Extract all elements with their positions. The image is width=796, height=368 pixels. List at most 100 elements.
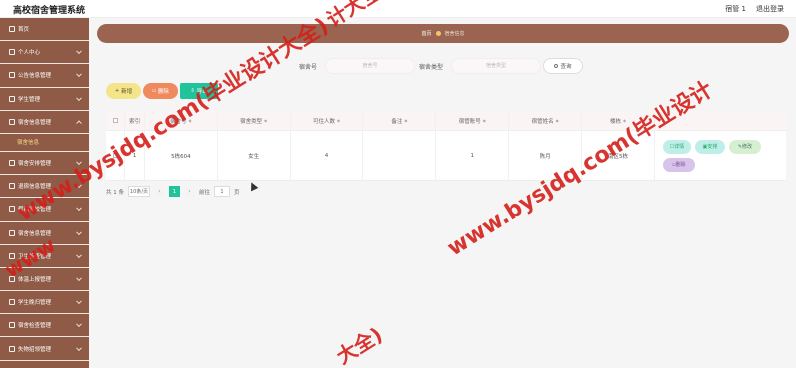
- plus-icon: +: [114, 88, 120, 94]
- checkout-icon: [9, 183, 15, 190]
- col-dorm-no[interactable]: 宿舍号 ◆: [145, 111, 218, 130]
- app-title: 高校宿舍管理系统: [13, 6, 86, 16]
- cell-dorm-no: 5栋604: [145, 131, 218, 180]
- col-manager-account[interactable]: 宿管账号 ◆: [436, 111, 510, 130]
- next-page-button[interactable]: ›: [184, 186, 195, 197]
- breadcrumb-home[interactable]: 首页: [421, 30, 431, 37]
- info-icon: [9, 229, 15, 236]
- edit-button[interactable]: ✎ 修改: [728, 139, 761, 154]
- search-icon: [554, 64, 559, 68]
- nav-lost-found[interactable]: 失物招领管理: [0, 337, 89, 361]
- page-size-select[interactable]: 10条/页: [128, 186, 150, 197]
- sort-icon: ◆: [264, 118, 268, 123]
- nav-dorm-arrange[interactable]: 宿舍安排管理: [0, 152, 89, 176]
- nav-students[interactable]: 学生管理: [0, 88, 89, 111]
- col-dorm-type[interactable]: 宿舍类型 ◆: [218, 111, 291, 130]
- nav-late-return[interactable]: 学生晚归管理: [0, 291, 89, 315]
- pagination: 共 1 条 10条/页 ‹ 1 › 前往 1 页: [106, 186, 240, 197]
- dorm-icon: [9, 118, 15, 125]
- nav-dorm-info-2[interactable]: 宿舍信息管理: [0, 222, 89, 245]
- sort-icon: ◆: [188, 118, 192, 123]
- trash-icon: ▫: [152, 88, 156, 94]
- nav-dorm-check[interactable]: 宿舍检查管理: [0, 314, 89, 338]
- select-all-checkbox[interactable]: [112, 118, 118, 123]
- sort-icon: ◆: [482, 118, 486, 123]
- chevron-down-icon: [76, 275, 82, 281]
- select-all-cell: [106, 111, 126, 130]
- nav-holiday-stay[interactable]: 假期留校管理: [0, 198, 89, 222]
- holiday-icon: [9, 206, 15, 213]
- nav-dorm-info[interactable]: 宿舍信息管理: [0, 111, 89, 134]
- download-icon: ⇩: [190, 88, 195, 94]
- cell-manager-name: 陈月: [509, 131, 583, 180]
- moon-icon: [9, 299, 15, 306]
- box-icon: [9, 345, 15, 352]
- nav-checkout[interactable]: 退宿信息管理: [0, 175, 89, 199]
- col-capacity[interactable]: 可住人数 ◆: [291, 111, 364, 130]
- total-count: 共 1 条: [106, 189, 124, 196]
- nav-notice[interactable]: 公告信息管理: [0, 64, 89, 88]
- goto-page-input[interactable]: 1: [214, 186, 231, 197]
- user-role-label: 宿管 1: [725, 5, 746, 13]
- search-form: 宿舍号 宿舍号 宿舍类型 宿舍类型 查询: [89, 58, 796, 74]
- arrange-icon: [9, 160, 15, 167]
- col-building[interactable]: 楼栋 ◆: [582, 111, 655, 130]
- chevron-down-icon: [76, 298, 82, 305]
- sort-icon: ◆: [622, 118, 627, 123]
- detail-button[interactable]: ☐ 详情: [662, 139, 691, 154]
- breadcrumb-current: 宿舍信息: [444, 31, 465, 37]
- cell-dorm-type: 女生: [218, 131, 291, 180]
- check-icon: [9, 322, 15, 329]
- sort-icon: ◆: [337, 118, 341, 123]
- table-row: 1 5栋604 女生 4 1 陈月 南区5栋 ☐ 详情 ▣ 安排 ✎ 修改 ▫ 删除: [106, 131, 786, 181]
- dorm-no-label: 宿舍号: [299, 64, 318, 71]
- export-button[interactable]: ⇩ 导出: [180, 83, 218, 99]
- col-index: 索引: [125, 111, 145, 130]
- top-bar: 高校宿舍管理系统 宿管 1 退出登录: [0, 0, 796, 18]
- mouse-cursor: [247, 180, 259, 192]
- user-area: 宿管 1 退出登录: [725, 4, 784, 14]
- chevron-down-icon: [76, 48, 82, 55]
- logout-link[interactable]: 退出登录: [756, 4, 784, 14]
- nav-temperature[interactable]: 体温上报管理: [0, 268, 89, 292]
- cell-building: 南区5栋: [582, 131, 655, 180]
- col-ops: [655, 111, 786, 130]
- chevron-down-icon: [76, 71, 82, 78]
- row-delete-button[interactable]: ▫ 删除: [662, 157, 695, 172]
- col-manager-name[interactable]: 宿管姓名 ◆: [509, 111, 583, 130]
- main-content: 首页 宿舍信息 宿舍号 宿舍号 宿舍类型 宿舍类型 查询 + 新增 ▫ 删除 ⇩ 导出…: [89, 18, 796, 368]
- nav-sub-dorm-info[interactable]: 宿舍信息: [0, 134, 89, 152]
- dorm-type-input[interactable]: 宿舍类型: [451, 58, 541, 74]
- arrange-button[interactable]: ▣ 安排: [694, 139, 725, 154]
- table-header: 索引 宿舍号 ◆ 宿舍类型 ◆ 可住人数 ◆ 备注 ◆ 宿管账号 ◆ 宿管姓名 ◆ 楼栋 ◆: [106, 111, 786, 131]
- search-button[interactable]: 查询: [543, 58, 583, 74]
- chevron-down-icon: [76, 205, 82, 212]
- cell-ops: ☐ 详情 ▣ 安排 ✎ 修改 ▫ 删除: [655, 131, 786, 180]
- goto-label: 前往: [199, 189, 211, 196]
- nav-profile[interactable]: 个人中心: [0, 41, 89, 65]
- cell-manager-account: 1: [436, 131, 510, 180]
- delete-button[interactable]: ▫ 删除: [143, 83, 178, 99]
- add-button[interactable]: + 新增: [106, 83, 141, 99]
- col-remark[interactable]: 备注 ◆: [363, 111, 437, 130]
- chevron-down-icon: [76, 228, 82, 235]
- row-checkbox[interactable]: [112, 153, 118, 158]
- chevron-down-icon: [76, 344, 82, 351]
- cell-index: 1: [125, 131, 145, 180]
- sort-icon: ◆: [555, 118, 559, 123]
- nav-home[interactable]: 首页: [0, 18, 89, 42]
- home-icon: [9, 26, 15, 33]
- nav-hygiene[interactable]: 卫生检查管理: [0, 245, 89, 268]
- dorm-no-input[interactable]: 宿舍号: [325, 58, 415, 74]
- action-bar: + 新增 ▫ 删除 ⇩ 导出: [106, 83, 218, 99]
- row-select-cell: [106, 131, 126, 180]
- dorm-type-label: 宿舍类型: [419, 64, 444, 71]
- chevron-down-icon: [76, 159, 82, 166]
- sidebar: 首页 个人中心 公告信息管理 学生管理 宿舍信息管理 宿舍信息 宿舍安排管理 退…: [0, 18, 89, 368]
- page-1[interactable]: 1: [169, 186, 180, 197]
- student-icon: [9, 95, 15, 102]
- thermometer-icon: [9, 275, 15, 282]
- chevron-up-icon: [76, 120, 82, 126]
- cell-remark: [363, 131, 437, 180]
- prev-page-button[interactable]: ‹: [154, 186, 165, 197]
